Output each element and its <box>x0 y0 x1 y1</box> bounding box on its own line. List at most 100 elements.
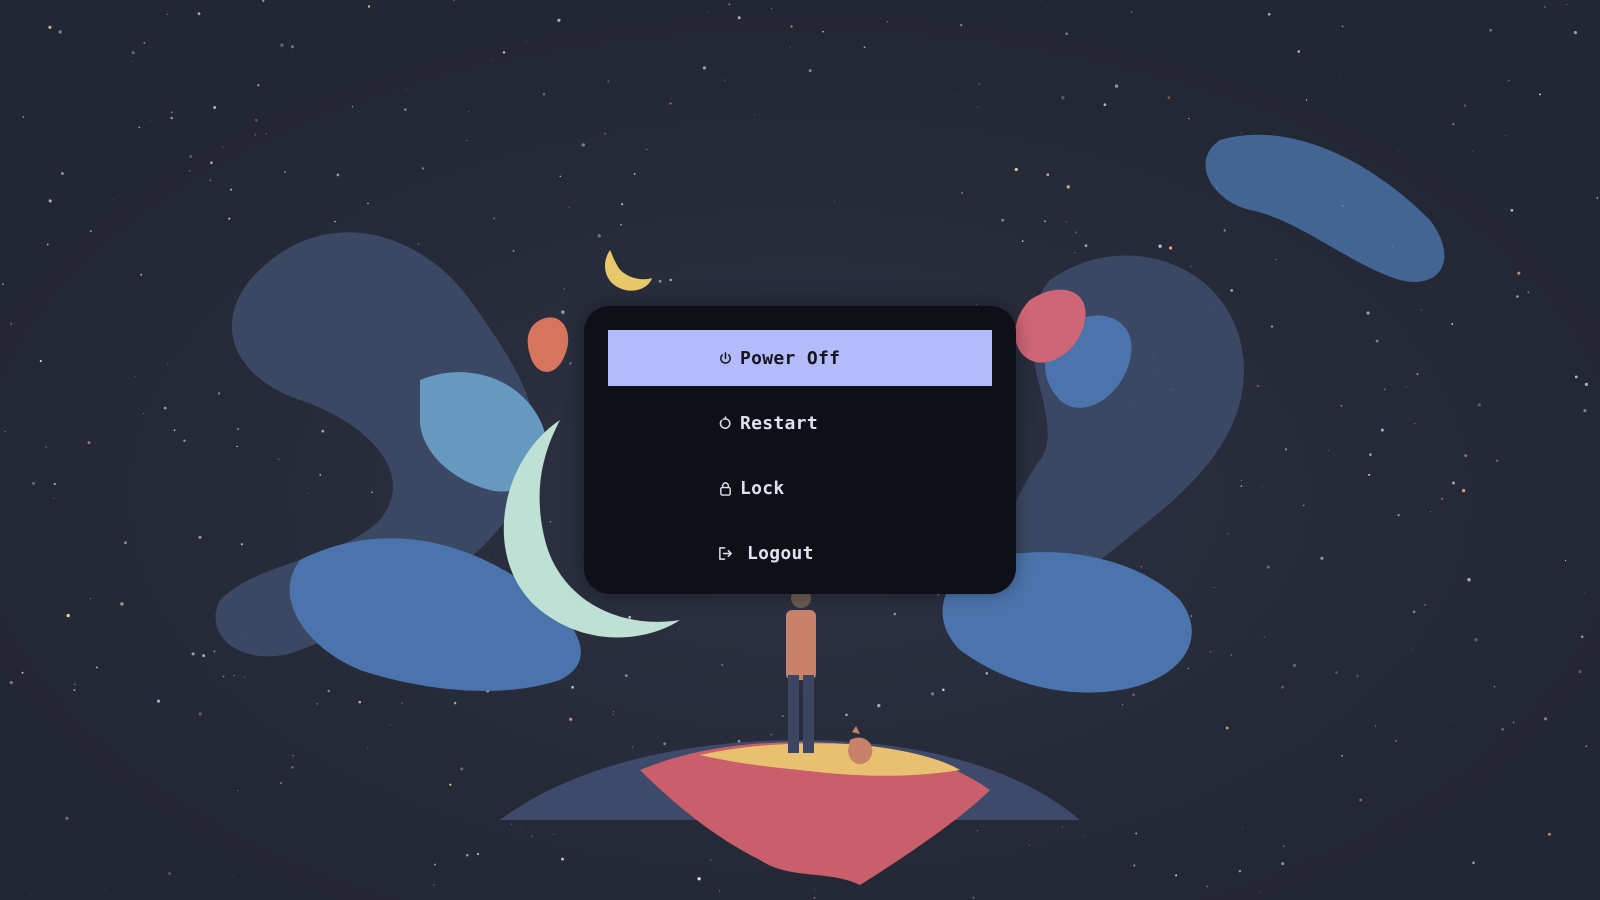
star <box>1065 32 1069 36</box>
star <box>1464 454 1468 457</box>
restart-label: Restart <box>740 412 818 434</box>
restart-option[interactable]: Restart <box>608 395 992 451</box>
star <box>1284 448 1287 451</box>
star <box>1451 323 1454 325</box>
star <box>559 175 562 178</box>
star <box>234 295 236 297</box>
lock-option[interactable]: Lock <box>608 460 992 516</box>
star <box>770 734 772 736</box>
star <box>1461 488 1466 493</box>
star <box>202 654 206 658</box>
star <box>316 703 318 705</box>
lock-icon <box>716 479 734 497</box>
star <box>1135 832 1138 835</box>
star <box>1122 704 1124 706</box>
star <box>140 273 143 276</box>
star <box>291 766 294 769</box>
star <box>1395 381 1397 383</box>
star <box>1190 615 1193 617</box>
star <box>1411 649 1413 651</box>
star <box>213 106 217 109</box>
star <box>476 852 480 856</box>
star <box>633 173 636 175</box>
star <box>1133 864 1136 867</box>
star <box>1380 428 1384 432</box>
star <box>228 217 231 220</box>
star <box>961 192 963 194</box>
star <box>213 650 216 653</box>
star <box>1510 208 1514 212</box>
star <box>1061 96 1065 100</box>
star <box>845 713 848 717</box>
star <box>280 782 282 784</box>
star <box>87 441 91 445</box>
star <box>1114 84 1119 88</box>
star <box>134 376 136 378</box>
star <box>1564 559 1567 562</box>
star <box>58 30 62 34</box>
star <box>237 790 239 792</box>
star <box>1335 671 1338 674</box>
star <box>833 200 835 202</box>
star <box>737 739 741 743</box>
star <box>167 363 169 366</box>
star <box>1132 693 1136 697</box>
star <box>1504 135 1507 137</box>
star <box>1583 409 1587 413</box>
power-off-option[interactable]: Power Off <box>608 330 992 386</box>
star <box>1259 891 1261 893</box>
star <box>1596 197 1599 199</box>
star <box>620 223 622 226</box>
star <box>562 314 564 316</box>
star <box>290 45 294 49</box>
star <box>132 60 134 63</box>
star <box>1225 726 1229 730</box>
star <box>327 689 330 693</box>
star <box>367 202 369 205</box>
star <box>1188 117 1190 120</box>
star <box>66 613 70 618</box>
star <box>910 166 911 168</box>
star <box>1398 150 1400 151</box>
star <box>222 675 225 678</box>
star <box>236 427 240 431</box>
star <box>1267 12 1271 16</box>
star <box>976 106 979 108</box>
star <box>1190 265 1192 267</box>
star <box>1527 291 1530 294</box>
star <box>1209 650 1212 653</box>
logout-option[interactable]: Logout <box>608 525 992 581</box>
star <box>737 16 741 20</box>
star <box>367 746 369 749</box>
star <box>1281 685 1284 689</box>
star <box>1046 173 1050 177</box>
star <box>1320 556 1324 560</box>
star <box>697 877 701 881</box>
star <box>240 543 244 546</box>
star <box>492 59 494 60</box>
star <box>21 671 24 674</box>
star <box>612 713 615 716</box>
star <box>1580 635 1584 638</box>
star <box>1206 885 1209 888</box>
star <box>976 303 977 305</box>
star <box>104 888 106 890</box>
star <box>465 853 469 857</box>
star <box>1544 6 1546 8</box>
star <box>1584 382 1589 387</box>
star <box>1266 565 1270 569</box>
star <box>557 18 561 22</box>
star <box>30 894 31 896</box>
star <box>1368 453 1372 457</box>
star <box>197 12 201 16</box>
star <box>724 79 726 81</box>
restart-icon <box>716 414 734 432</box>
star <box>1597 12 1599 14</box>
star <box>171 111 173 114</box>
star <box>46 243 49 246</box>
star <box>581 143 585 147</box>
star <box>149 120 151 121</box>
star <box>1240 132 1242 134</box>
star <box>1021 240 1024 242</box>
star <box>233 674 235 676</box>
